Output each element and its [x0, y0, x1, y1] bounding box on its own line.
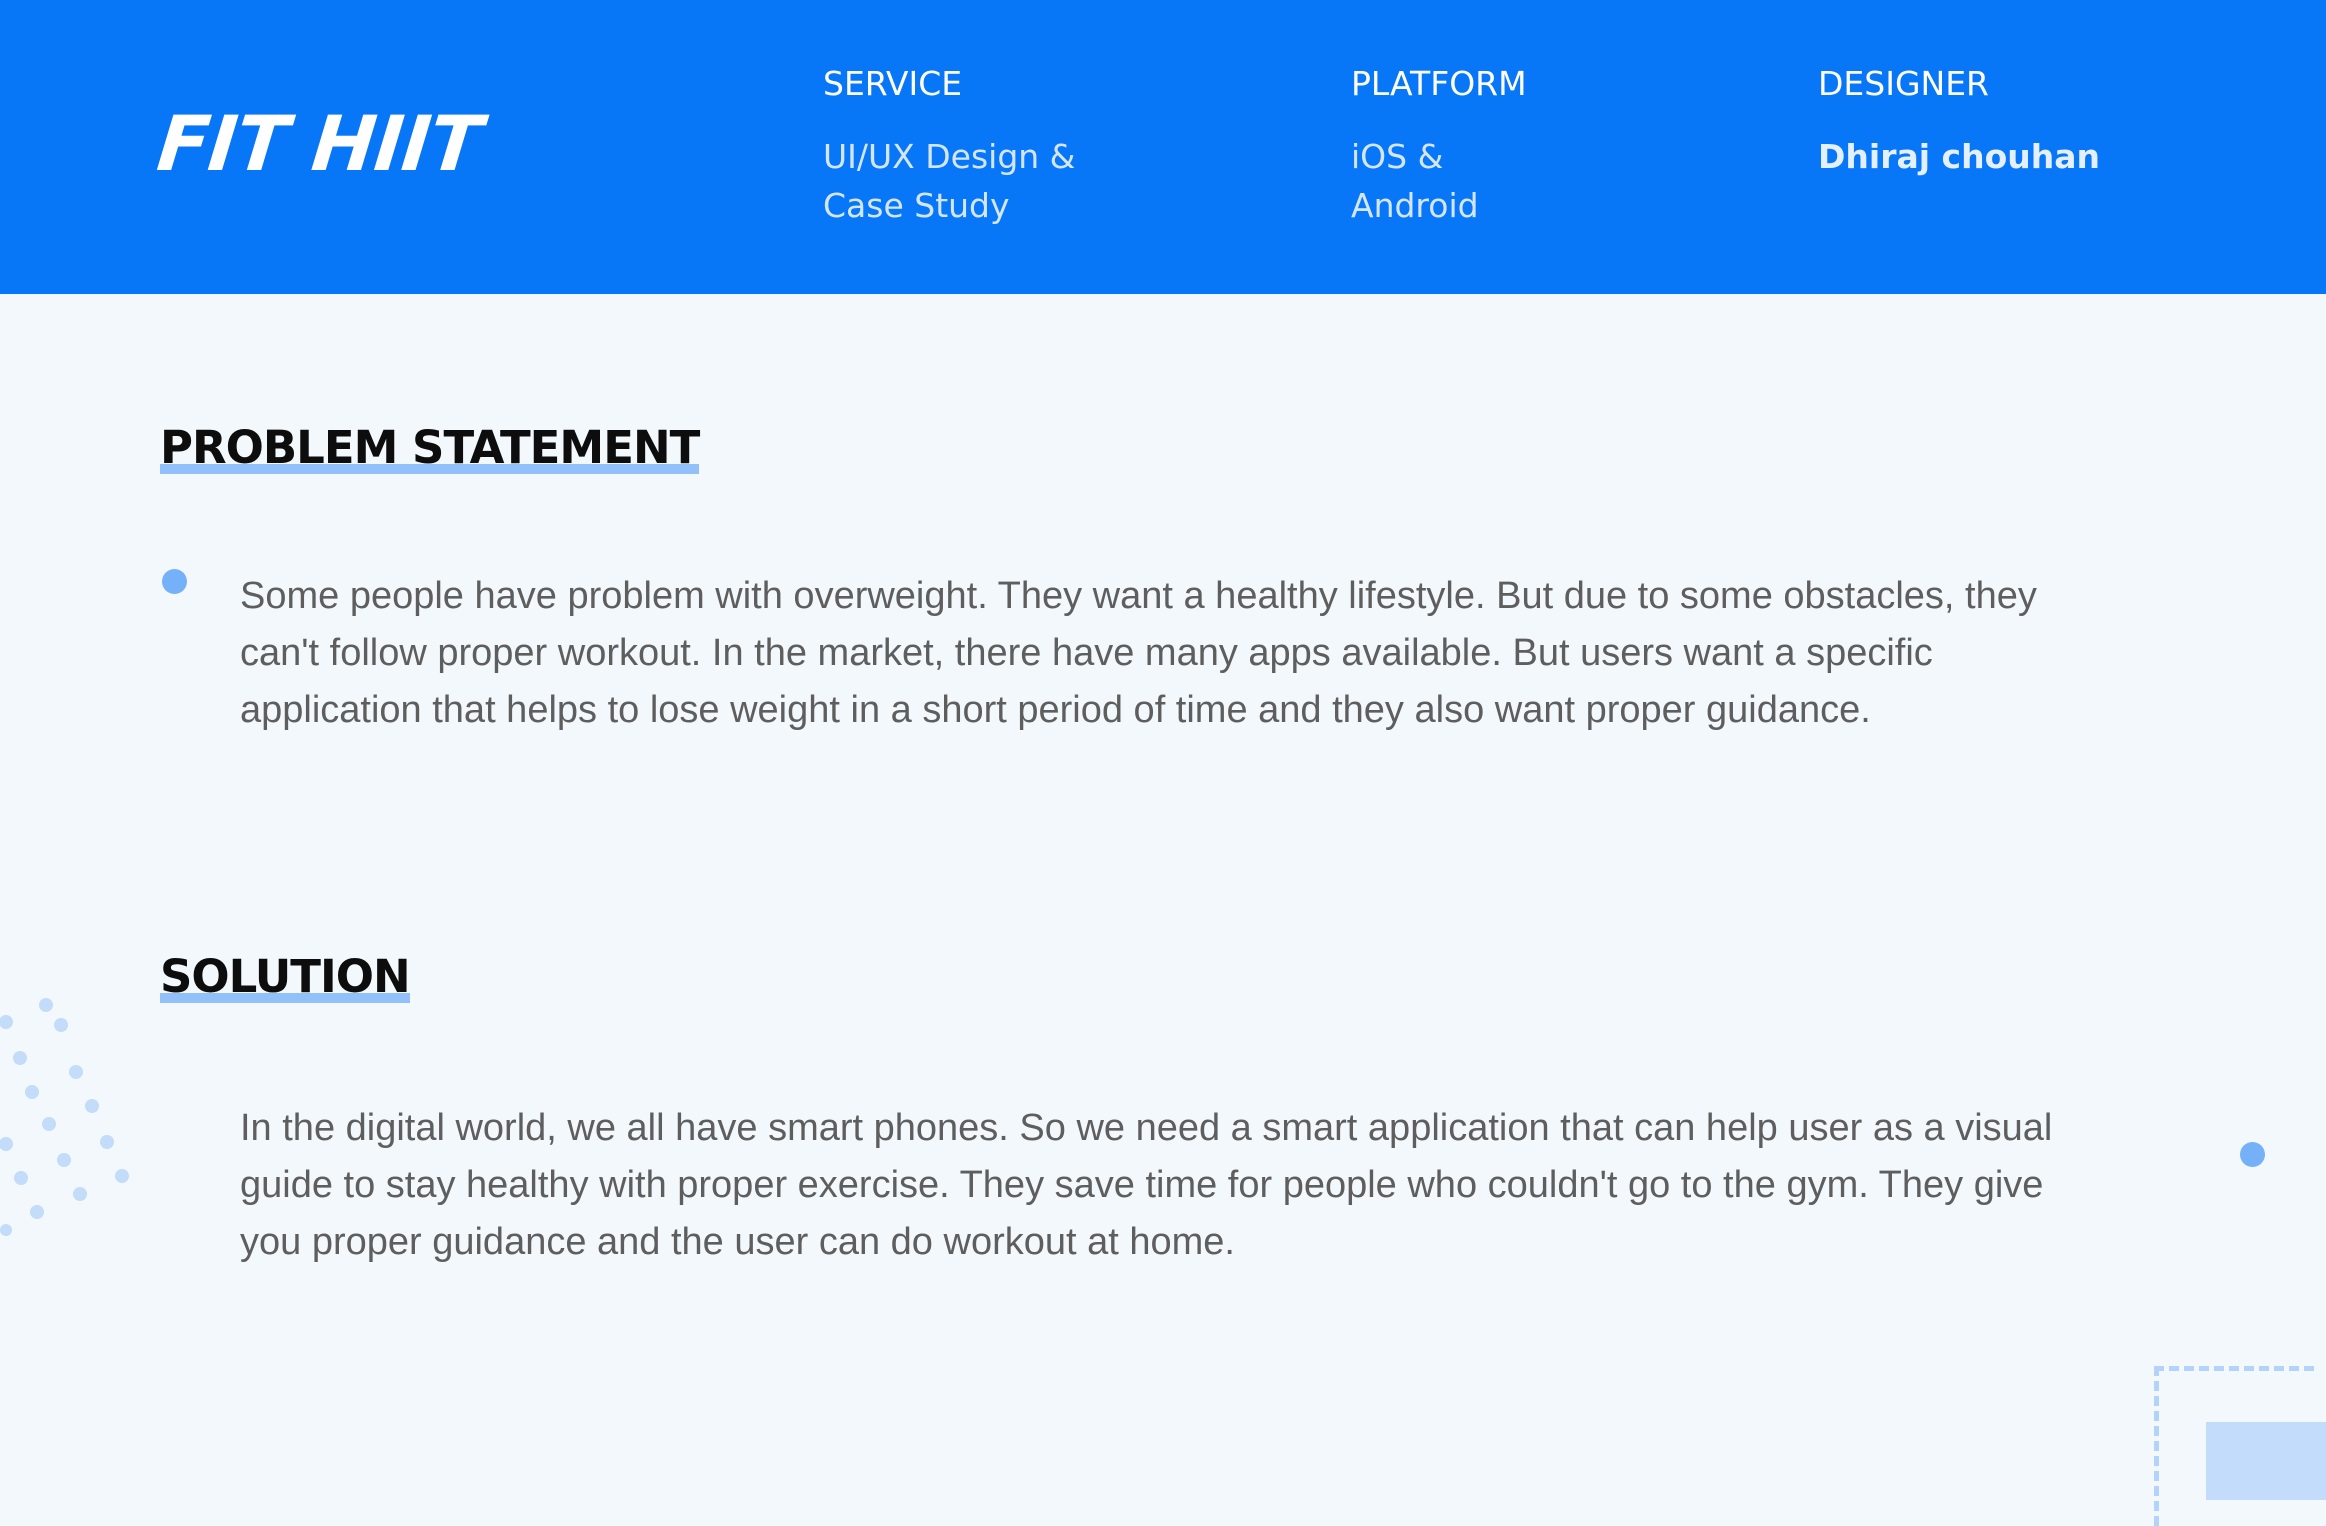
platform-value: iOS & Android: [1351, 137, 1479, 225]
platform-column: PLATFORM iOS & Android: [1351, 64, 1551, 230]
solution-text: In the digital world, we all have smart …: [240, 1107, 2053, 1263]
bullet-dot-icon: [162, 569, 187, 594]
solution-title-text: SOLUTION: [160, 950, 411, 1003]
service-value: UI/UX Design & Case Study: [823, 137, 1076, 225]
problem-statement-text: Some people have problem with overweight…: [240, 575, 2037, 731]
problem-statement-title-text: PROBLEM STATEMENT: [160, 421, 700, 474]
app-logo: FIT HIIT: [153, 99, 486, 188]
decorative-dot-icon: [2240, 1142, 2265, 1167]
solution-title: SOLUTION: [160, 954, 411, 1003]
service-column: SERVICE UI/UX Design & Case Study: [823, 64, 1123, 230]
designer-label: DESIGNER: [1818, 64, 1989, 103]
designer-value: Dhiraj chouhan: [1818, 137, 2101, 176]
corner-fill-block: [2206, 1422, 2326, 1500]
designer-column: DESIGNER Dhiraj chouhan: [1818, 64, 2218, 181]
dot-pattern-icon: [0, 998, 129, 1236]
header-banner: FIT HIIT SERVICE UI/UX Design & Case Stu…: [0, 0, 2326, 294]
service-label: SERVICE: [823, 64, 963, 103]
platform-label: PLATFORM: [1351, 64, 1527, 103]
problem-statement-title: PROBLEM STATEMENT: [160, 425, 700, 474]
